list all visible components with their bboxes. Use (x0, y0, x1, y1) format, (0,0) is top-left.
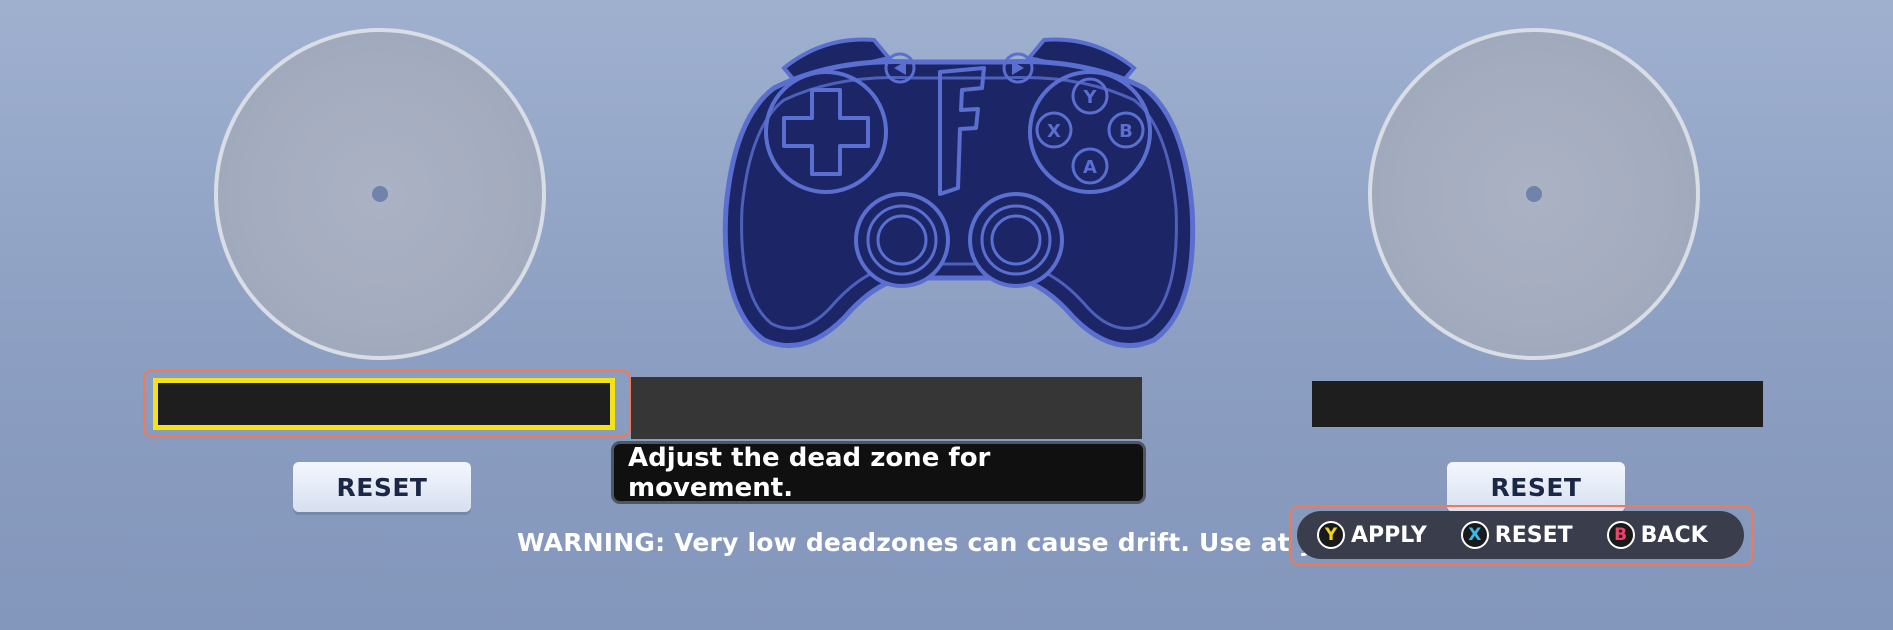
controller-button-b: B (1119, 121, 1133, 142)
left-deadzone-slider[interactable] (153, 378, 615, 430)
controller-button-x: X (1047, 121, 1061, 142)
left-stick-deadzone-preview (214, 28, 546, 360)
right-deadzone-slider[interactable] (1312, 381, 1763, 427)
controller-icon: Y X B A (722, 37, 1196, 349)
controller-button-a: A (1083, 157, 1097, 178)
prompt-bar-focus-ring (1290, 505, 1753, 566)
right-stick-deadzone-preview (1368, 28, 1700, 360)
description-tooltip: Adjust the dead zone for movement. (614, 443, 1143, 503)
right-stick-position-dot (1526, 186, 1542, 202)
center-deadzone-slider[interactable] (631, 377, 1142, 439)
left-stick-position-dot (372, 186, 388, 202)
left-reset-button[interactable]: RESET (293, 462, 471, 512)
controller-button-y: Y (1082, 87, 1097, 108)
